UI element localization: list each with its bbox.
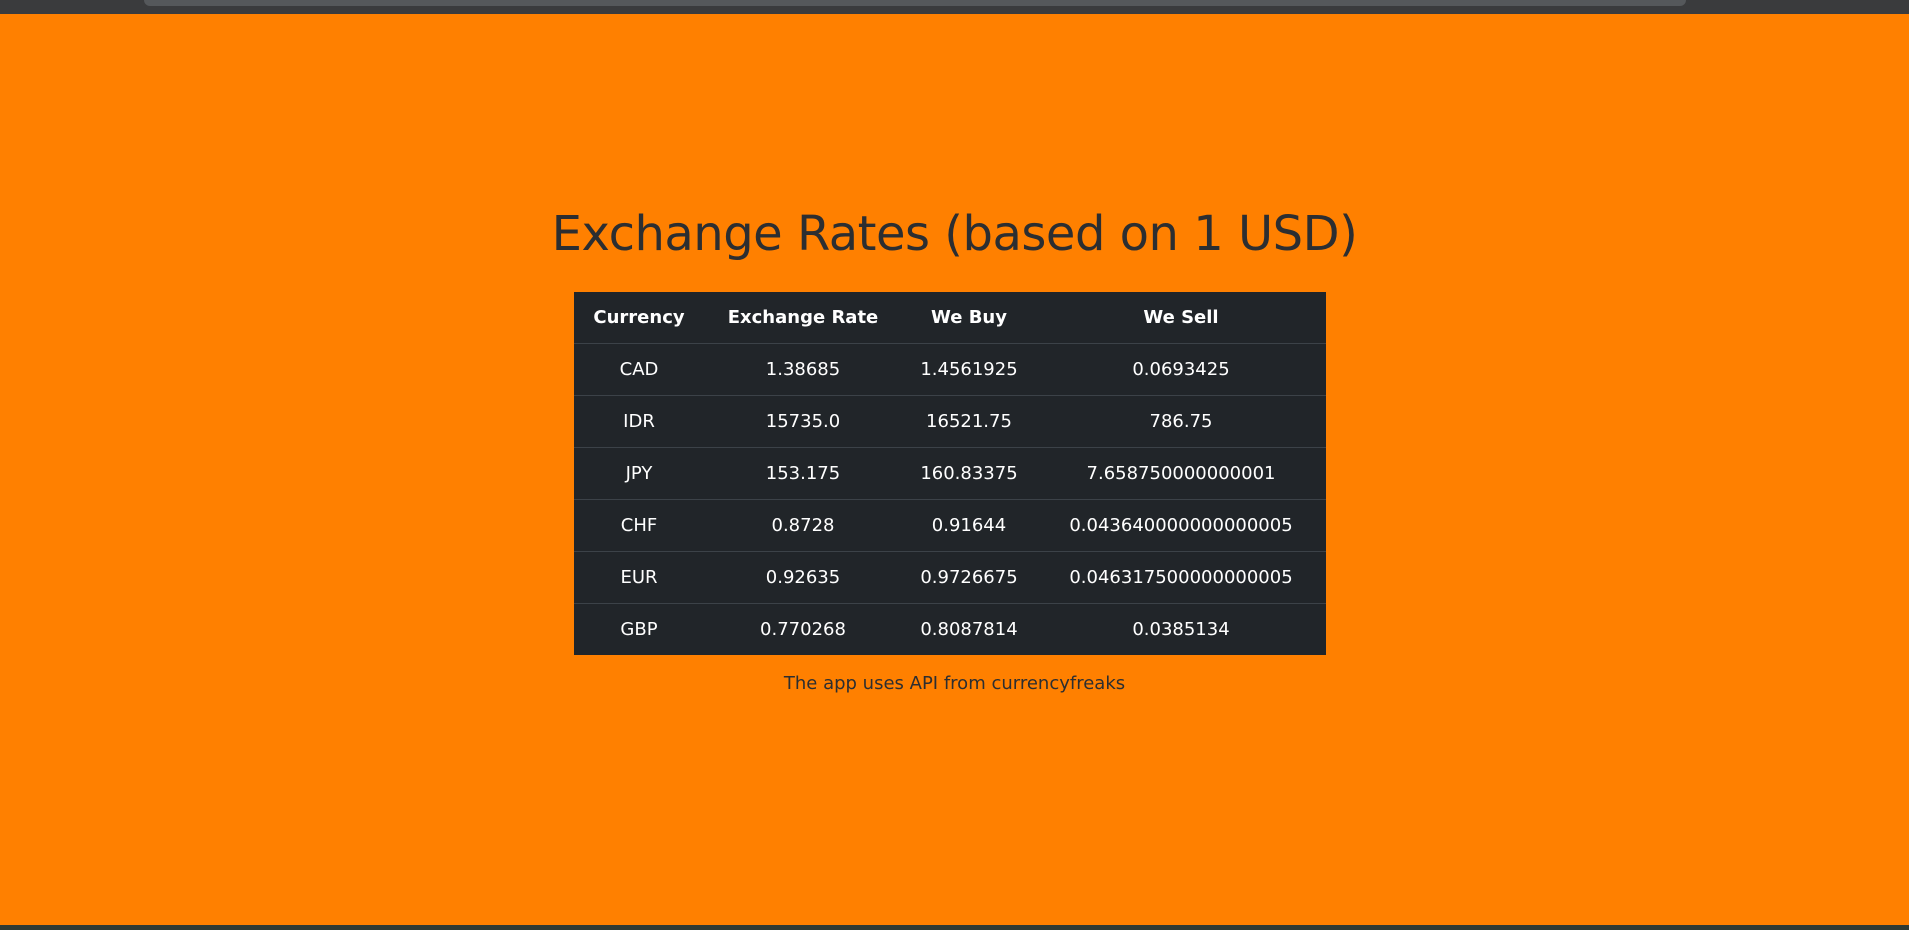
- table-row: JPY 153.175 160.83375 7.658750000000001: [574, 447, 1326, 500]
- cell-currency: GBP: [620, 619, 658, 640]
- table-row: IDR 15735.0 16521.75 786.75: [574, 395, 1326, 448]
- cell-we-buy: 0.8087814: [920, 619, 1018, 640]
- cell-currency: CHF: [574, 499, 704, 552]
- header-exchange-rate: Exchange Rate: [704, 292, 902, 344]
- cell-exchange-rate: 0.770268: [760, 619, 846, 640]
- cell-exchange-rate: 0.8728: [704, 499, 902, 552]
- cell-we-sell: 0.046317500000000005: [1036, 551, 1326, 604]
- header-currency: Currency: [574, 292, 704, 344]
- cell-we-buy: 0.91644: [902, 499, 1036, 552]
- table-row: CHF 0.8728 0.91644 0.043640000000000005: [574, 499, 1326, 552]
- cell-we-buy: 1.4561925: [902, 343, 1036, 396]
- cell-currency: JPY: [574, 447, 704, 500]
- cell-currency: EUR: [574, 551, 704, 604]
- cell-exchange-rate: 153.175: [704, 447, 902, 500]
- page-title: Exchange Rates (based on 1 USD): [551, 206, 1358, 262]
- table-row: EUR 0.92635 0.9726675 0.0463175000000000…: [574, 551, 1326, 604]
- exchange-rates-table: Currency Exchange Rate We Buy We Sell CA…: [574, 292, 1326, 655]
- bottom-edge: [0, 925, 1909, 930]
- cell-we-sell: 0.0693425: [1036, 343, 1326, 396]
- cell-exchange-rate: 0.92635: [704, 551, 902, 604]
- table-header-row: Currency Exchange Rate We Buy We Sell: [574, 292, 1326, 344]
- cell-we-sell: 0.0385134: [1132, 619, 1230, 640]
- cell-currency: CAD: [574, 343, 704, 396]
- cell-exchange-rate: 15735.0: [704, 395, 902, 448]
- cell-we-sell: 0.043640000000000005: [1036, 499, 1326, 552]
- cell-we-buy: 0.9726675: [902, 551, 1036, 604]
- header-we-sell: We Sell: [1036, 292, 1326, 344]
- cell-we-buy: 16521.75: [902, 395, 1036, 448]
- cell-we-sell: 786.75: [1036, 395, 1326, 448]
- cell-we-buy: 160.83375: [902, 447, 1036, 500]
- browser-top-bar: [0, 0, 1909, 14]
- header-we-buy: We Buy: [902, 292, 1036, 344]
- table-row: CAD 1.38685 1.4561925 0.0693425: [574, 343, 1326, 396]
- cell-we-sell: 7.658750000000001: [1036, 447, 1326, 500]
- cell-currency: IDR: [574, 395, 704, 448]
- browser-address-bar[interactable]: [144, 0, 1686, 6]
- cell-exchange-rate: 1.38685: [704, 343, 902, 396]
- api-credit-text: The app uses API from currencyfreaks: [783, 673, 1126, 694]
- table-row: GBP 0.770268 0.8087814 0.0385134: [574, 604, 1326, 656]
